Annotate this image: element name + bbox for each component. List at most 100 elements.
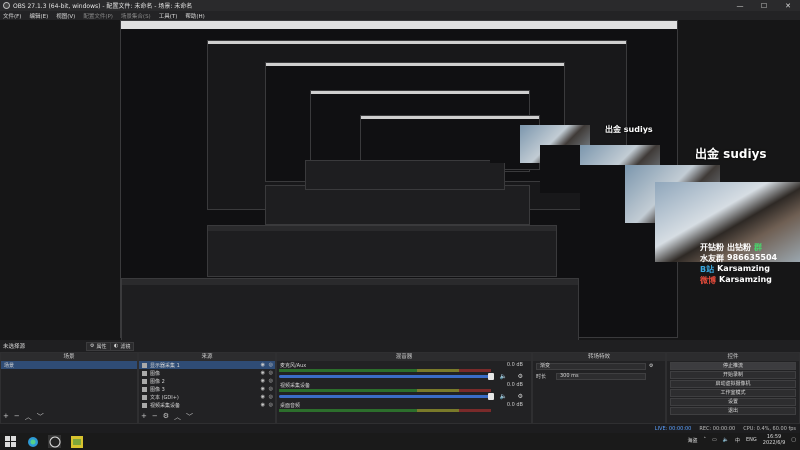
- nested-obs-frame: [121, 278, 579, 340]
- move-up-icon[interactable]: ︿: [174, 412, 181, 422]
- chevron-up-icon[interactable]: ˄: [704, 437, 707, 443]
- start-virtual-camera-button[interactable]: 启动虚拟摄像机: [670, 380, 796, 388]
- volume-icon[interactable]: 🔈: [723, 437, 729, 443]
- menu-scene-collection[interactable]: 场景集合(S): [121, 12, 151, 20]
- network-icon[interactable]: ▭: [712, 437, 717, 443]
- language-indicator[interactable]: ENG: [746, 437, 757, 443]
- properties-button[interactable]: ⚙ 属性: [86, 341, 111, 351]
- source-item[interactable]: 显示器采集 1 ◉ ◎: [139, 361, 275, 369]
- studio-mode-button[interactable]: 工作室模式: [670, 389, 796, 397]
- system-tray: 海盗 ˄ ▭ 🔈 中 ENG 16:59 2022/6/9 ▢: [682, 434, 796, 446]
- recursive-capture-tunnel: [0, 20, 800, 340]
- overlay-title: 出金 sudiys: [695, 147, 767, 161]
- overlay-line2-value: 986635504: [727, 253, 778, 262]
- move-up-icon[interactable]: ︿: [25, 412, 32, 422]
- gear-icon[interactable]: ⚙: [518, 373, 523, 380]
- stop-streaming-button[interactable]: 停止推流: [670, 362, 796, 370]
- preview-canvas[interactable]: 出金 sudiys 出金 sudiys 开钻粉 出钻粉 群 水友群 986635…: [0, 20, 800, 340]
- controls-header: 控件: [667, 353, 799, 361]
- lock-icon[interactable]: ◎: [269, 378, 273, 384]
- add-icon[interactable]: +: [141, 412, 147, 422]
- camera-icon: [142, 402, 147, 408]
- controls-dock: 控件 停止推流 开始录制 启动虚拟摄像机 工作室模式 设置 退出: [666, 352, 800, 424]
- window-title: OBS 27.1.3 (64-bit, windows) - 配置文件: 未命名…: [13, 3, 193, 10]
- lock-icon[interactable]: ◎: [269, 402, 273, 408]
- sources-footer: + − ⚙ ︿ ﹀: [141, 412, 193, 422]
- minimize-button[interactable]: —: [728, 0, 752, 11]
- source-item[interactable]: 图像 2 ◉ ◎: [139, 377, 275, 385]
- eye-icon[interactable]: ◉: [261, 386, 265, 392]
- eye-icon[interactable]: ◉: [261, 378, 265, 384]
- speaker-icon[interactable]: 🔈: [500, 393, 507, 400]
- source-item[interactable]: 图像 ◉ ◎: [139, 369, 275, 377]
- overlay-line1b: 出钻粉: [727, 243, 751, 252]
- add-icon[interactable]: +: [3, 412, 9, 422]
- speaker-icon[interactable]: 🔈: [500, 373, 507, 380]
- slider-handle[interactable]: [488, 393, 494, 400]
- gear-icon[interactable]: ⚙: [163, 412, 169, 422]
- menu-bar: 文件(F) 编辑(E) 视图(V) 配置文件(P) 场景集合(S) 工具(T) …: [0, 11, 800, 20]
- overlay-line3: B站: [700, 265, 715, 274]
- window-controls: — ☐ ✕: [728, 0, 800, 11]
- remove-icon[interactable]: −: [14, 412, 20, 422]
- close-button[interactable]: ✕: [776, 0, 800, 11]
- scenes-dock: 场景 场景 + − ︿ ﹀: [0, 352, 138, 424]
- transitions-header: 转场特效: [533, 353, 665, 361]
- remove-icon[interactable]: −: [152, 412, 158, 422]
- scene-item[interactable]: 场景: [1, 361, 137, 369]
- input-method-icon[interactable]: 中: [735, 437, 740, 444]
- lock-icon[interactable]: ◎: [269, 394, 273, 400]
- eye-icon[interactable]: ◉: [261, 394, 265, 400]
- duration-input[interactable]: 300 ms: [556, 372, 646, 380]
- settings-button[interactable]: 设置: [670, 398, 796, 406]
- edge-browser-icon[interactable]: [26, 435, 39, 448]
- volume-slider[interactable]: [279, 393, 494, 400]
- gear-icon[interactable]: ⚙: [649, 363, 653, 369]
- channel-db: 0.0 dB: [506, 362, 523, 368]
- image-icon: [142, 378, 147, 384]
- lock-icon[interactable]: ◎: [269, 386, 273, 392]
- menu-tools[interactable]: 工具(T): [159, 12, 178, 20]
- lock-icon[interactable]: ◎: [269, 362, 273, 368]
- menu-edit[interactable]: 编辑(E): [29, 12, 48, 20]
- source-item[interactable]: 文本 (GDI+) ◉ ◎: [139, 393, 275, 401]
- move-down-icon[interactable]: ﹀: [37, 412, 44, 422]
- overlay-group: 群: [754, 243, 762, 252]
- sources-header: 来源: [139, 353, 275, 361]
- eye-icon[interactable]: ◉: [261, 370, 265, 376]
- app-taskbar-icon[interactable]: [70, 435, 83, 448]
- filters-button[interactable]: ◐ 滤镜: [110, 341, 135, 351]
- nested-obs-frame: [305, 160, 505, 190]
- volume-slider[interactable]: [279, 373, 494, 380]
- mixer-channel: 视频采集设备 0.0 dB 🔈 ⚙: [277, 381, 531, 401]
- slider-handle[interactable]: [488, 373, 494, 380]
- maximize-button[interactable]: ☐: [752, 0, 776, 11]
- menu-profile[interactable]: 配置文件(P): [83, 12, 113, 20]
- windows-start-icon[interactable]: [4, 435, 17, 448]
- menu-help[interactable]: 帮助(H): [185, 12, 204, 20]
- start-recording-button[interactable]: 开始录制: [670, 371, 796, 379]
- source-item[interactable]: 图像 3 ◉ ◎: [139, 385, 275, 393]
- gear-icon[interactable]: ⚙: [518, 393, 523, 400]
- tray-app-label[interactable]: 海盗: [688, 437, 698, 444]
- notification-icon[interactable]: ▢: [791, 437, 796, 443]
- obs-logo-icon: [3, 2, 10, 9]
- exit-button[interactable]: 退出: [670, 407, 796, 415]
- clock[interactable]: 16:59 2022/6/9: [763, 434, 785, 446]
- obs-taskbar-icon[interactable]: [48, 435, 61, 448]
- overlay-line1: 开钻粉: [700, 243, 724, 252]
- eye-icon[interactable]: ◉: [261, 362, 265, 368]
- menu-view[interactable]: 视图(V): [56, 12, 75, 20]
- transition-type-row: 渐变 ⚙: [533, 361, 665, 371]
- overlay-info-block: 开钻粉 出钻粉 群 水友群 986635504 B站 Karsamzing 微博…: [700, 242, 800, 286]
- source-item[interactable]: 视频采集设备 ◉ ◎: [139, 401, 275, 409]
- transition-select[interactable]: 渐变: [536, 362, 646, 370]
- move-down-icon[interactable]: ﹀: [186, 412, 193, 422]
- menu-file[interactable]: 文件(F): [3, 12, 21, 20]
- lock-icon[interactable]: ◎: [269, 370, 273, 376]
- channel-db: 0.0 dB: [506, 382, 523, 388]
- eye-icon[interactable]: ◉: [261, 402, 265, 408]
- filter-icon: ◐: [114, 343, 119, 349]
- nested-obs-frame: [265, 185, 530, 225]
- clock-date: 2022/6/9: [762, 440, 786, 446]
